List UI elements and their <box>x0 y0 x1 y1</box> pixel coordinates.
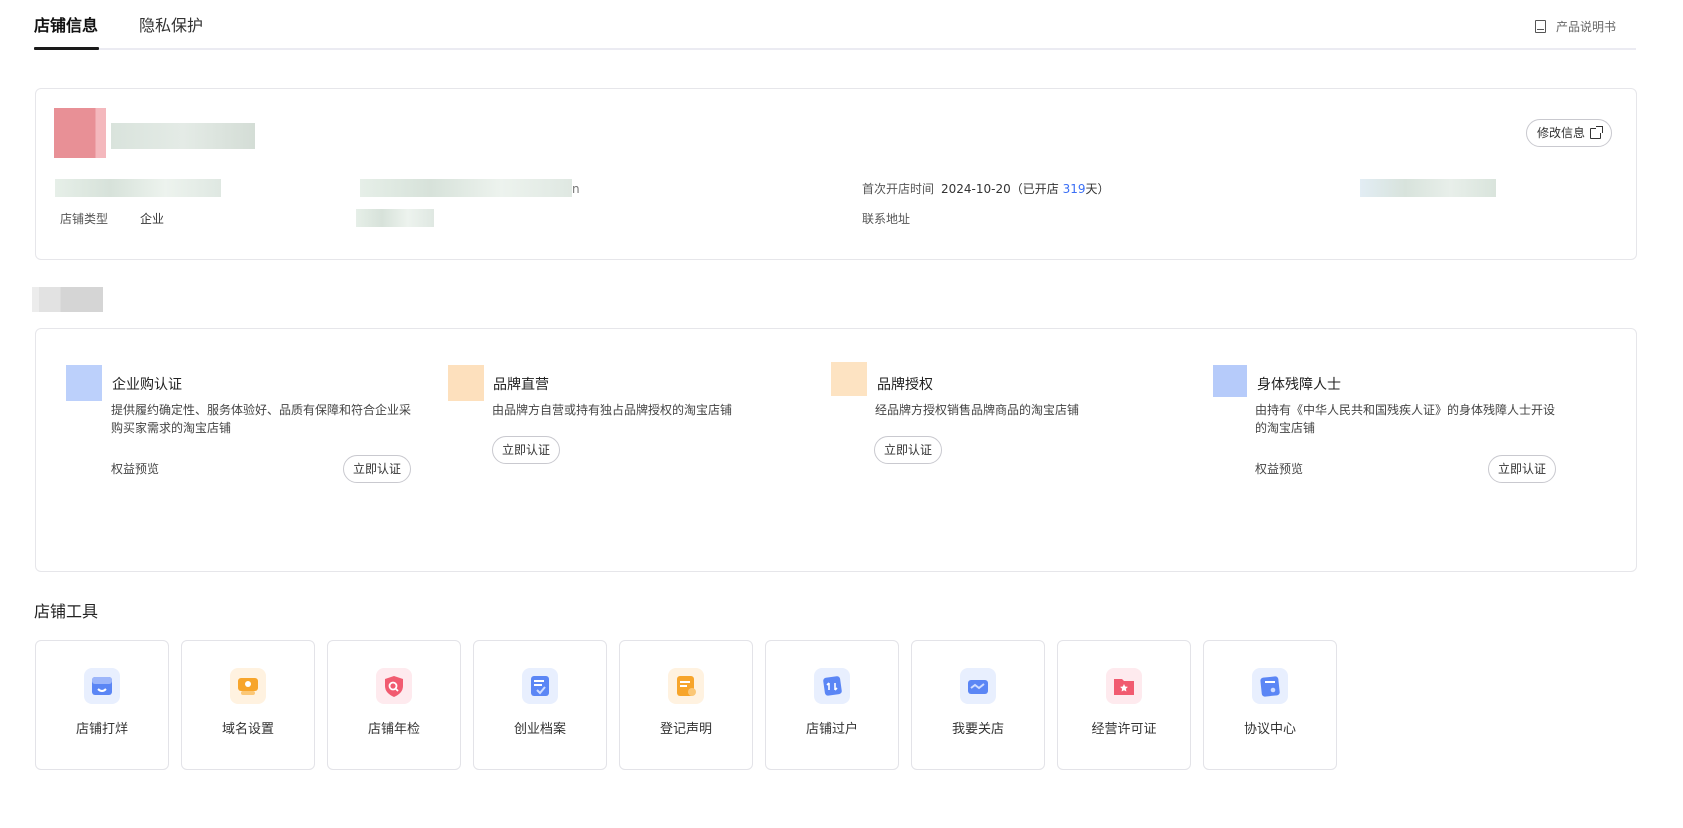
product-manual-label: 产品说明书 <box>1555 20 1616 34</box>
tool-label: 协议中心 <box>1243 722 1296 737</box>
first-open-value: 2024-10-20（已开店 319天） <box>941 181 1110 197</box>
tool-annual-inspection[interactable]: 店铺年检 <box>327 640 461 770</box>
tool-shop-transfer[interactable]: 店铺过户 <box>765 640 899 770</box>
open-duration-suffix: 天） <box>1085 182 1110 196</box>
tab-divider <box>34 48 1636 50</box>
open-days-count: 319 <box>1062 182 1086 196</box>
tool-label: 店铺过户 <box>805 722 858 737</box>
open-duration-prefix: （已开店 <box>1010 182 1063 196</box>
cert-description: 由持有《中华人民共和国残疾人证》的身体残障人士开设的淘宝店铺 <box>1255 403 1556 435</box>
tool-label: 店铺年检 <box>367 722 420 737</box>
redacted-field <box>1360 179 1496 197</box>
annual-check-icon <box>376 668 412 704</box>
tool-label: 登记声明 <box>659 722 712 737</box>
tab-shop-info[interactable]: 店铺信息 <box>34 14 98 38</box>
benefit-preview-link[interactable]: 权益预览 <box>1255 460 1303 477</box>
certify-now-button[interactable]: 立即认证 <box>343 455 412 483</box>
close-store-icon <box>960 668 996 704</box>
redacted-field <box>360 179 572 197</box>
shop-tools-title: 店铺工具 <box>34 602 99 621</box>
certification-card: 企业购认证 提供履约确定性、服务体验好、品质有保障和符合企业采购买家需求的淘宝店… <box>35 328 1637 572</box>
tool-business-license[interactable]: 经营许可证 <box>1057 640 1191 770</box>
registration-icon <box>668 668 704 704</box>
redacted-field <box>356 209 434 227</box>
cert-title: 身体残障人士 <box>1257 377 1341 393</box>
product-manual-link[interactable]: 产品说明书 <box>1534 18 1616 35</box>
certify-now-button[interactable]: 立即认证 <box>1488 455 1557 483</box>
tool-close-store[interactable]: 我要关店 <box>911 640 1045 770</box>
first-open-label: 首次开店时间 <box>862 182 935 196</box>
certify-now-button[interactable]: 立即认证 <box>492 436 561 464</box>
benefit-preview-link[interactable]: 权益预览 <box>111 460 159 477</box>
cert-title: 品牌授权 <box>877 377 933 393</box>
cert-description: 由品牌方自营或持有独占品牌授权的淘宝店铺 <box>492 403 733 417</box>
disabled-persons-icon <box>1213 365 1247 397</box>
tool-label: 我要关店 <box>951 722 1004 737</box>
contact-address-label: 联系地址 <box>862 212 911 226</box>
shop-name-redacted <box>111 123 255 149</box>
brand-direct-icon <box>448 365 484 401</box>
external-link-icon <box>1590 125 1603 139</box>
cert-title: 品牌直营 <box>493 377 549 393</box>
domain-icon <box>230 668 266 704</box>
archive-icon <box>522 668 558 704</box>
cert-description: 经品牌方授权销售品牌商品的淘宝店铺 <box>875 403 1080 417</box>
shop-logo <box>54 108 106 158</box>
redacted-field <box>55 179 221 197</box>
agreement-icon <box>1252 668 1288 704</box>
enterprise-cert-icon <box>66 365 102 401</box>
shop-close-icon <box>84 668 120 704</box>
cert-description: 提供履约确定性、服务体验好、品质有保障和符合企业采购买家需求的淘宝店铺 <box>111 403 412 435</box>
book-icon <box>1534 20 1546 33</box>
tool-startup-archive[interactable]: 创业档案 <box>473 640 607 770</box>
certify-now-button[interactable]: 立即认证 <box>874 436 943 464</box>
first-open-date: 2024-10-20 <box>941 182 1011 196</box>
transfer-icon <box>814 668 850 704</box>
cert-title: 企业购认证 <box>112 377 182 393</box>
tool-label: 店铺打烊 <box>75 722 128 737</box>
tab-bar: 店铺信息 隐私保护 产品说明书 <box>34 14 1636 52</box>
tool-domain-settings[interactable]: 域名设置 <box>181 640 315 770</box>
tool-registration-statement[interactable]: 登记声明 <box>619 640 753 770</box>
section-title-redacted <box>32 287 103 312</box>
tool-label: 域名设置 <box>221 722 274 737</box>
redacted-trailing-glyph: n <box>572 182 580 196</box>
active-tab-indicator <box>34 47 99 50</box>
tool-label: 经营许可证 <box>1091 722 1157 737</box>
shop-type-value: 企业 <box>140 212 165 226</box>
tool-shop-close[interactable]: 店铺打烊 <box>35 640 169 770</box>
tool-label: 创业档案 <box>513 722 566 737</box>
shop-info-card: 修改信息 n 首次开店时间 2024-10-20（已开店 319天） 店铺类型 … <box>35 88 1637 260</box>
brand-authorized-icon <box>831 362 867 396</box>
shop-type-label: 店铺类型 <box>60 212 109 226</box>
edit-info-label: 修改信息 <box>1536 126 1585 140</box>
tool-agreement-center[interactable]: 协议中心 <box>1203 640 1337 770</box>
license-icon <box>1106 668 1142 704</box>
tab-privacy[interactable]: 隐私保护 <box>139 14 203 38</box>
edit-info-button[interactable]: 修改信息 <box>1525 119 1612 147</box>
